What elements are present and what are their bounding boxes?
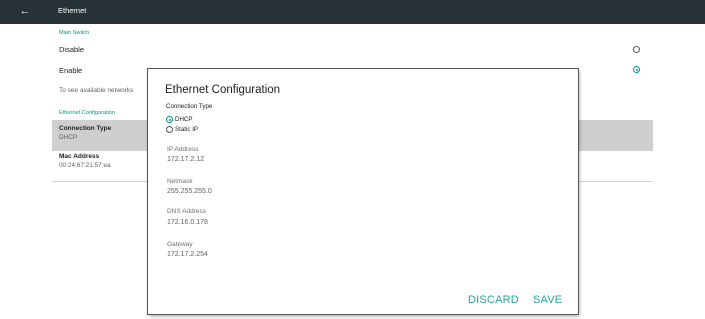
mac-address-value: 00:24:67:21:57:ea <box>59 162 111 169</box>
dns-address-label: DNS Address <box>167 208 207 215</box>
disable-radio[interactable] <box>633 46 640 53</box>
dns-address-field[interactable]: 172.16.0.178 <box>167 218 208 228</box>
static-ip-label: Static IP <box>175 126 199 133</box>
networks-hint-text: To see available networks <box>59 87 134 94</box>
page-title: Ethernet <box>58 6 87 15</box>
enable-option-label[interactable]: Enable <box>59 66 82 76</box>
netmask-field[interactable]: 255.255.255.0 <box>167 187 212 197</box>
dhcp-radio[interactable] <box>166 116 173 123</box>
static-ip-radio[interactable] <box>166 126 173 133</box>
ethernet-config-dialog: Ethernet Configuration Connection Type D… <box>148 69 578 314</box>
save-button[interactable]: SAVE <box>533 293 562 307</box>
gateway-field[interactable]: 172.17.2.254 <box>167 250 208 260</box>
dhcp-label: DHCP <box>175 116 193 123</box>
discard-button[interactable]: DISCARD <box>468 293 519 307</box>
connection-type-value: DHCP <box>59 134 78 141</box>
ip-address-field[interactable]: 172.17.2.12 <box>167 155 204 165</box>
ethernet-config-header: Ethernet Configuration <box>59 110 115 116</box>
dialog-title: Ethernet Configuration <box>165 84 281 96</box>
netmask-label: Netmask <box>167 178 193 185</box>
back-arrow-icon[interactable]: ← <box>18 4 32 18</box>
connection-type-label: Connection Type <box>166 103 213 110</box>
ip-address-label: IP Address <box>167 146 199 153</box>
disable-option-label[interactable]: Disable <box>59 45 84 55</box>
gateway-label: Gateway <box>167 241 193 248</box>
top-app-bar: ← Ethernet <box>0 0 705 24</box>
enable-radio[interactable] <box>633 66 640 73</box>
main-switch-header: Main Switch <box>59 30 90 36</box>
